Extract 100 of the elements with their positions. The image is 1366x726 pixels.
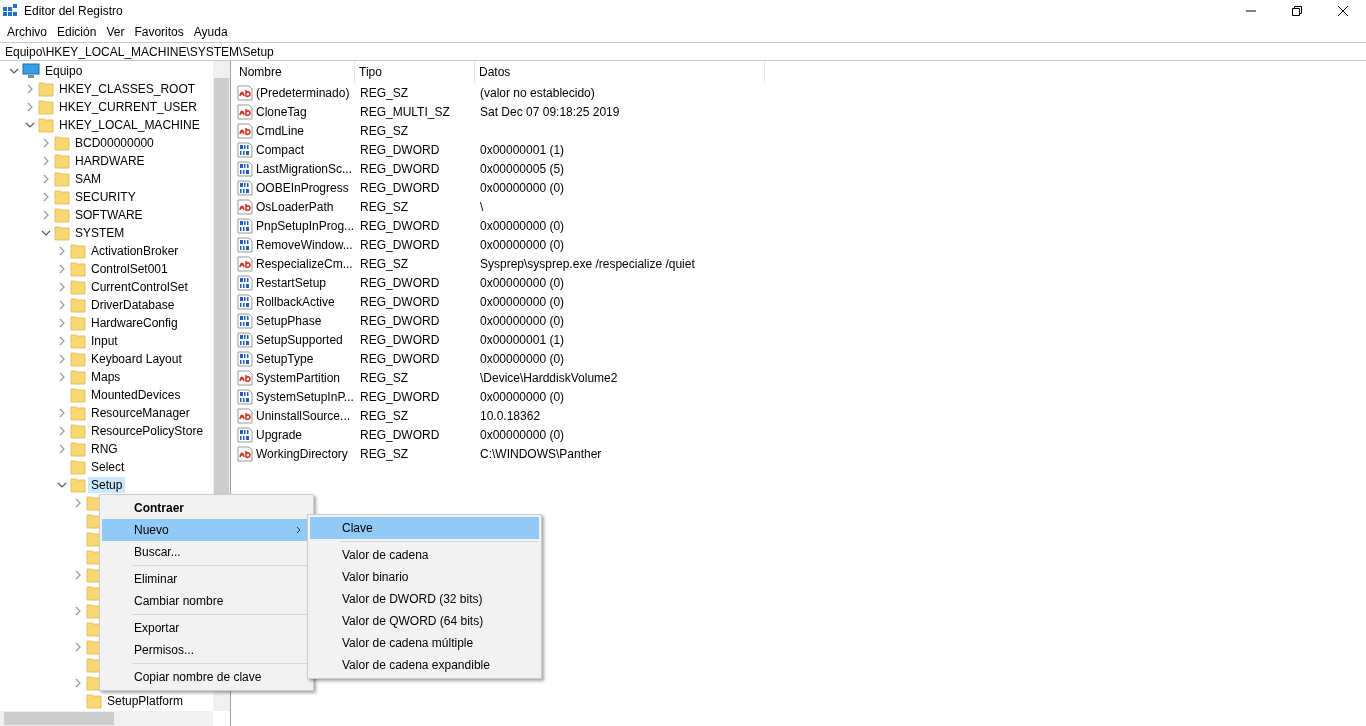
folder-icon: [54, 189, 70, 205]
submenu-item[interactable]: Valor de cadena múltiple: [310, 632, 539, 654]
tree-item[interactable]: HKEY_CURRENT_USER: [56, 99, 201, 115]
column-header[interactable]: Nombre: [235, 61, 355, 83]
value-name[interactable]: SetupPhase: [256, 313, 322, 328]
menu-item[interactable]: Ver: [101, 25, 130, 39]
tree-item[interactable]: HardwareConfig: [88, 315, 181, 331]
context-menu-item[interactable]: Contraer: [102, 497, 311, 519]
tree-item[interactable]: SAM: [72, 171, 104, 187]
value-name[interactable]: SystemPartition: [256, 370, 341, 385]
value-type: REG_DWORD: [359, 427, 441, 442]
context-menu-item[interactable]: Copiar nombre de clave: [102, 666, 311, 688]
value-name[interactable]: CloneTag: [256, 104, 307, 119]
tree-item[interactable]: ActivationBroker: [88, 243, 182, 259]
folder-icon: [70, 441, 86, 457]
folder-icon: [70, 315, 86, 331]
value-type: REG_SZ: [359, 256, 409, 271]
menu-item[interactable]: Edición: [52, 25, 102, 39]
restore-icon: [1292, 6, 1302, 16]
folder-icon: [70, 423, 86, 439]
tree-item[interactable]: Equipo: [42, 63, 86, 79]
context-menu-item[interactable]: Eliminar: [102, 568, 311, 590]
tree-item[interactable]: HKEY_CLASSES_ROOT: [56, 81, 199, 97]
string-value-icon: [237, 369, 253, 386]
value-data: 0x00000000 (0): [479, 427, 566, 442]
context-menu-item[interactable]: Cambiar nombre: [102, 590, 311, 612]
value-name[interactable]: WorkingDirectory: [256, 446, 348, 461]
value-name[interactable]: OOBEInProgress: [256, 180, 349, 195]
menu-item[interactable]: Archivo: [2, 25, 52, 39]
value-name[interactable]: SetupSupported: [256, 332, 343, 347]
submenu-item[interactable]: Valor de QWORD (64 bits): [310, 610, 539, 632]
string-value-icon: [237, 122, 253, 139]
tree-item[interactable]: Input: [88, 333, 121, 349]
string-value-icon: [237, 103, 253, 120]
string-value-icon: [237, 84, 253, 101]
menu-item[interactable]: Favoritos: [129, 25, 189, 39]
tree-item[interactable]: ControlSet001: [88, 261, 171, 277]
folder-icon: [86, 693, 102, 709]
horizontal-scrollbar[interactable]: [0, 711, 213, 726]
value-data: 0x00000000 (0): [479, 275, 566, 290]
context-menu-item[interactable]: Buscar...: [102, 541, 311, 563]
folder-icon: [54, 135, 70, 151]
binary-value-icon: [237, 331, 253, 348]
tree-item[interactable]: Maps: [88, 369, 124, 385]
submenu-item[interactable]: Valor binario: [310, 566, 539, 588]
tree-item[interactable]: SECURITY: [72, 189, 139, 205]
value-type: REG_SZ: [359, 85, 409, 100]
value-type: REG_DWORD: [359, 332, 441, 347]
address-field[interactable]: Equipo\HKEY_LOCAL_MACHINE\SYSTEM\Setup: [0, 42, 1366, 61]
value-name[interactable]: PnpSetupInProg...: [256, 218, 355, 233]
submenu-item[interactable]: Clave: [310, 517, 539, 539]
value-data: 0x00000001 (1): [479, 332, 566, 347]
value-name[interactable]: CmdLine: [256, 123, 305, 138]
binary-value-icon: [237, 179, 253, 196]
value-name[interactable]: UninstallSource...: [256, 408, 351, 423]
tree-item[interactable]: Setup: [88, 477, 126, 493]
tree-item[interactable]: SOFTWARE: [72, 207, 146, 223]
tree-item[interactable]: SetupPlatform: [104, 693, 187, 709]
value-name[interactable]: RollbackActive: [256, 294, 335, 309]
tree-item[interactable]: HKEY_LOCAL_MACHINE: [56, 117, 203, 133]
tree-item[interactable]: HARDWARE: [72, 153, 148, 169]
column-header[interactable]: Datos: [475, 61, 765, 83]
tree-item[interactable]: DriverDatabase: [88, 297, 178, 313]
value-name[interactable]: RestartSetup: [256, 275, 327, 290]
menu-item[interactable]: Ayuda: [188, 25, 233, 39]
value-name[interactable]: Compact: [256, 142, 305, 157]
tree-item[interactable]: ResourcePolicyStore: [88, 423, 207, 439]
tree-item[interactable]: BCD00000000: [72, 135, 157, 151]
tree-item[interactable]: ResourceManager: [88, 405, 193, 421]
column-header[interactable]: Tipo: [355, 61, 475, 83]
computer-icon: [22, 63, 40, 79]
folder-icon: [54, 225, 70, 241]
tree-item[interactable]: RNG: [88, 441, 121, 457]
value-name[interactable]: (Predeterminado): [256, 85, 350, 100]
value-type: REG_DWORD: [359, 275, 441, 290]
value-name[interactable]: LastMigrationSc...: [256, 161, 353, 176]
tree-item[interactable]: Keyboard Layout: [88, 351, 185, 367]
string-value-icon: [237, 255, 253, 272]
context-menu-item[interactable]: Exportar: [102, 617, 311, 639]
binary-value-icon: [237, 388, 253, 405]
value-type: REG_SZ: [359, 123, 409, 138]
value-name[interactable]: RespecializeCm...: [256, 256, 353, 271]
tree-item[interactable]: SYSTEM: [72, 225, 128, 241]
string-value-icon: [237, 198, 253, 215]
value-name[interactable]: SetupType: [256, 351, 314, 366]
tree-item[interactable]: MountedDevices: [88, 387, 184, 403]
value-type: REG_SZ: [359, 199, 409, 214]
folder-icon: [54, 153, 70, 169]
close-icon: [1338, 6, 1348, 16]
tree-item[interactable]: Select: [88, 459, 128, 475]
value-name[interactable]: RemoveWindow...: [256, 237, 353, 252]
submenu-item[interactable]: Valor de cadena: [310, 544, 539, 566]
context-menu-item[interactable]: Permisos...: [102, 639, 311, 661]
submenu-item[interactable]: Valor de cadena expandible: [310, 654, 539, 676]
value-name[interactable]: OsLoaderPath: [256, 199, 334, 214]
value-name[interactable]: SystemSetupInP...: [256, 389, 354, 404]
registry-app-icon: [2, 3, 18, 19]
submenu-item[interactable]: Valor de DWORD (32 bits): [310, 588, 539, 610]
tree-item[interactable]: CurrentControlSet: [88, 279, 191, 295]
value-name[interactable]: Upgrade: [256, 427, 303, 442]
